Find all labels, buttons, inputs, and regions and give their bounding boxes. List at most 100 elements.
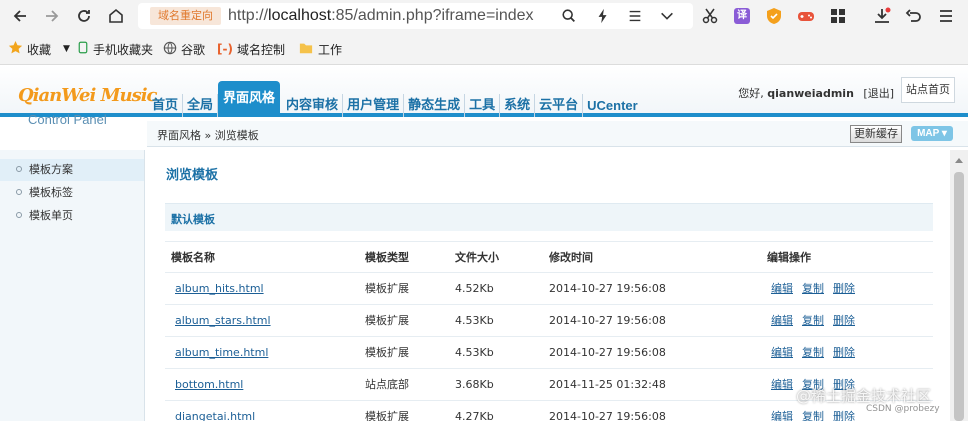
phone-icon: [77, 40, 89, 58]
download-icon[interactable]: [872, 6, 892, 26]
url-text[interactable]: http://localhost:85/admin.php?iframe=ind…: [228, 6, 534, 26]
lightning-icon[interactable]: [594, 7, 612, 25]
nav-static-generation[interactable]: 静态生成: [404, 94, 466, 117]
bookmark-mobile[interactable]: 手机收藏夹: [77, 41, 153, 57]
copy-link[interactable]: 复制: [802, 346, 824, 359]
sidebar-item-template-schemes[interactable]: 模板方案: [0, 159, 144, 181]
scissors-icon[interactable]: [700, 6, 720, 26]
vertical-scrollbar[interactable]: [950, 150, 968, 421]
top-nav: 首页 全局 界面风格 内容审核 用户管理 静态生成 工具 系统 云平台 UCen…: [148, 81, 642, 117]
translate-icon[interactable]: 译: [732, 6, 752, 26]
template-name-link[interactable]: album_stars.html: [175, 314, 271, 327]
address-bar[interactable]: 域名重定向 http://localhost:85/admin.php?ifra…: [138, 3, 693, 29]
shield-icon[interactable]: [764, 6, 784, 26]
template-size: 4.27Kb: [455, 410, 494, 421]
nav-system[interactable]: 系统: [500, 94, 536, 117]
edit-link[interactable]: 编辑: [771, 346, 793, 359]
search-icon[interactable]: [560, 7, 578, 25]
col-size: 文件大小: [455, 251, 499, 264]
template-size: 4.53Kb: [455, 346, 494, 359]
bookmark-favorites[interactable]: 收藏 ▼: [8, 40, 70, 58]
bullet-icon: [16, 212, 22, 218]
table-row: album_time.html 模板扩展 4.53Kb 2014-10-27 1…: [165, 337, 933, 369]
nav-tools[interactable]: 工具: [465, 94, 501, 117]
undo-icon[interactable]: [904, 6, 924, 26]
apps-grid-icon[interactable]: [828, 6, 848, 26]
scroll-up-icon[interactable]: [955, 158, 963, 163]
nav-user-management[interactable]: 用户管理: [343, 94, 405, 117]
template-mtime: 2014-10-27 19:56:08: [549, 410, 666, 421]
template-name-link[interactable]: album_time.html: [175, 346, 268, 359]
star-icon: [8, 40, 23, 58]
redirect-badge: 域名重定向: [150, 7, 221, 25]
edit-link[interactable]: 编辑: [771, 378, 793, 391]
gamepad-icon[interactable]: [796, 6, 816, 26]
forward-icon[interactable]: [42, 6, 62, 26]
bookmark-work[interactable]: 工作: [298, 41, 342, 57]
refresh-cache-button[interactable]: 更新缓存: [850, 125, 902, 143]
template-name-link[interactable]: bottom.html: [175, 378, 243, 391]
caret-down-icon[interactable]: ▼: [63, 44, 70, 54]
page-title: 浏览模板: [166, 168, 219, 183]
sidebar-item-template-tags[interactable]: 模板标签: [0, 182, 144, 204]
back-icon[interactable]: [10, 6, 30, 26]
logo[interactable]: QianWei Music Control Panel: [0, 65, 158, 127]
template-mtime: 2014-10-27 19:56:08: [549, 346, 666, 359]
bullet-icon: [16, 166, 22, 172]
chevron-down-icon[interactable]: [658, 7, 676, 25]
edit-link[interactable]: 编辑: [771, 410, 793, 421]
breadcrumb: 界面风格 » 浏览模板: [157, 129, 259, 142]
globe-icon: [163, 41, 177, 58]
section-header: 默认模板: [165, 203, 933, 231]
bracket-icon: [-): [217, 42, 233, 56]
template-type: 模板扩展: [365, 410, 409, 421]
section-title: 默认模板: [171, 213, 215, 226]
template-mtime: 2014-11-25 01:32:48: [549, 378, 666, 391]
nav-home[interactable]: 首页: [148, 94, 184, 117]
map-button[interactable]: MAP ▾: [911, 126, 953, 141]
template-size: 3.68Kb: [455, 378, 494, 391]
list-icon[interactable]: [626, 7, 644, 25]
sidebar-item-template-pages[interactable]: 模板单页: [0, 205, 144, 227]
table-header: 模板名称 模板类型 文件大小 修改时间 编辑操作: [165, 241, 933, 273]
user-area: 您好, qianweiadmin [退出]: [738, 87, 894, 100]
nav-interface-style[interactable]: 界面风格: [218, 81, 281, 117]
main-content: 浏览模板 默认模板 模板名称 模板类型 文件大小 修改时间 编辑操作 album…: [147, 150, 950, 421]
nav-global[interactable]: 全局: [183, 94, 219, 117]
nav-cloud-platform[interactable]: 云平台: [535, 94, 584, 117]
delete-link[interactable]: 删除: [833, 314, 855, 327]
reload-icon[interactable]: [74, 6, 94, 26]
nav-content-review[interactable]: 内容审核: [282, 94, 344, 117]
template-name-link[interactable]: album_hits.html: [175, 282, 264, 295]
edit-link[interactable]: 编辑: [771, 282, 793, 295]
username: qianweiadmin: [767, 87, 854, 100]
copy-link[interactable]: 复制: [802, 410, 824, 421]
template-size: 4.53Kb: [455, 314, 494, 327]
scroll-thumb[interactable]: [954, 172, 964, 421]
bookmark-google[interactable]: 谷歌: [163, 41, 205, 57]
watermark: @稀土掘金技术社区: [796, 387, 932, 405]
table-row: album_hits.html 模板扩展 4.52Kb 2014-10-27 1…: [165, 273, 933, 305]
sidebar: 模板方案 模板标签 模板单页: [0, 150, 145, 421]
site-home-button[interactable]: 站点首页: [901, 77, 955, 103]
delete-link[interactable]: 删除: [833, 410, 855, 421]
edit-link[interactable]: 编辑: [771, 314, 793, 327]
delete-link[interactable]: 删除: [833, 282, 855, 295]
bookmark-domain[interactable]: [-) 域名控制: [217, 41, 285, 57]
menu-icon[interactable]: [936, 6, 956, 26]
copy-link[interactable]: 复制: [802, 282, 824, 295]
template-type: 模板扩展: [365, 314, 409, 327]
logout-link[interactable]: [退出]: [863, 87, 894, 100]
template-type: 模板扩展: [365, 282, 409, 295]
nav-ucenter[interactable]: UCenter: [583, 94, 642, 117]
watermark-sub: CSDN @probezy: [866, 404, 940, 414]
browser-toolbar: 域名重定向 http://localhost:85/admin.php?ifra…: [0, 0, 968, 33]
folder-icon: [298, 41, 314, 58]
bullet-icon: [16, 189, 22, 195]
col-name: 模板名称: [171, 251, 215, 264]
copy-link[interactable]: 复制: [802, 314, 824, 327]
template-name-link[interactable]: diangetai.html: [175, 410, 255, 421]
delete-link[interactable]: 删除: [833, 346, 855, 359]
bookmarks-bar: 收藏 ▼ 手机收藏夹 谷歌 [-) 域名控制 工作: [0, 33, 968, 65]
home-icon[interactable]: [106, 6, 126, 26]
